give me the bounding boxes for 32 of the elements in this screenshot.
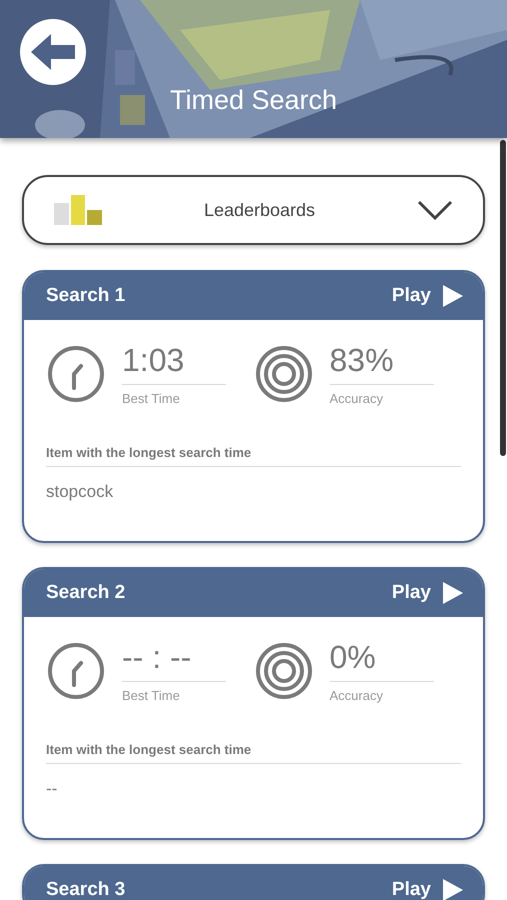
card-title: Search 3 — [46, 878, 126, 900]
clock-icon — [46, 641, 106, 702]
play-button[interactable]: Play — [392, 876, 463, 900]
stat-value: 1:03 — [122, 341, 186, 380]
scrollbar[interactable] — [500, 140, 506, 456]
play-icon — [443, 582, 463, 604]
play-icon — [443, 285, 463, 307]
longest-label: Item with the longest search time — [46, 740, 461, 764]
stat-value: 0% — [330, 638, 377, 677]
back-arrow-icon — [31, 34, 75, 70]
card-title: Search 1 — [46, 284, 126, 308]
longest-label: Item with the longest search time — [46, 442, 461, 467]
target-icon — [254, 344, 314, 404]
page-title: Timed Search — [168, 84, 338, 117]
stat-value: -- : -- — [122, 638, 192, 677]
play-button[interactable]: Play — [392, 578, 463, 608]
card-title: Search 2 — [46, 580, 126, 605]
play-icon — [443, 879, 463, 900]
stat-label: Accuracy — [330, 390, 384, 408]
stat-label: Best Time — [122, 687, 181, 705]
clock-icon — [46, 344, 106, 404]
stat-value: 83% — [330, 341, 395, 380]
longest-item: stopcock — [46, 481, 114, 503]
stat-label: Best Time — [122, 390, 181, 408]
bar-chart-icon — [54, 195, 102, 225]
leaderboards-dropdown[interactable]: Leaderboards — [22, 175, 485, 245]
stat-label: Accuracy — [330, 687, 384, 705]
longest-item: -- — [46, 778, 58, 800]
chevron-icon — [417, 200, 453, 220]
play-button[interactable]: Play — [392, 282, 463, 310]
target-icon — [254, 641, 314, 702]
dropdown-label: Leaderboards — [202, 198, 316, 222]
